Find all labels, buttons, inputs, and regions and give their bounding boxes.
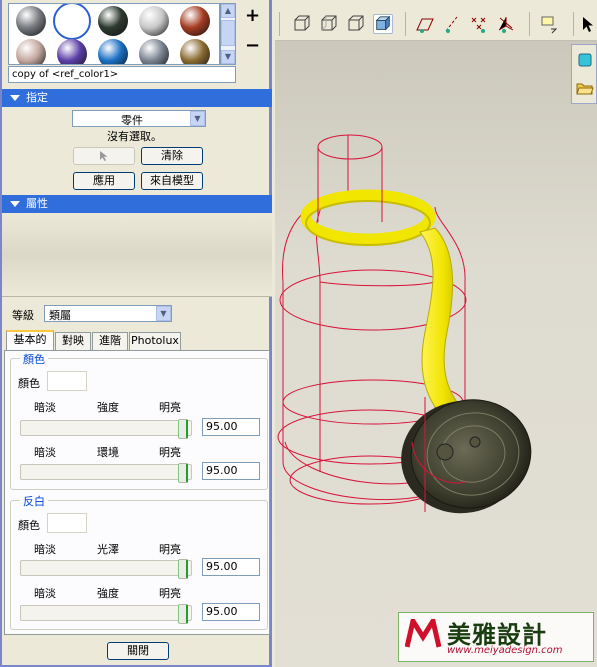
slider-min-label: 暗淡 <box>34 401 56 414</box>
selection-status: 沒有選取。 <box>107 130 162 143</box>
grid-swatch[interactable] <box>16 39 46 64</box>
slider-title-label: 環境 <box>97 446 119 459</box>
remove-material-button[interactable]: − <box>245 35 260 56</box>
shaded-view-icon[interactable] <box>373 14 393 34</box>
slider-min-label: 暗淡 <box>34 446 56 459</box>
coordinate-system-icon[interactable] <box>496 14 516 34</box>
brand-logo-icon <box>405 619 441 648</box>
chevron-down-icon[interactable]: ▼ <box>156 306 171 321</box>
scope-select[interactable]: 零件 ▼ <box>72 110 206 127</box>
white-swatch[interactable] <box>53 4 91 40</box>
slider-max-label: 明亮 <box>159 401 181 414</box>
shininess-field[interactable]: 95.00 <box>202 558 260 576</box>
assign-section-header[interactable]: 指定 <box>2 89 272 107</box>
wireframe-view-icon[interactable] <box>292 14 312 34</box>
brand-url: www.meiyadesign.com <box>447 645 563 656</box>
color-swatch-button[interactable] <box>47 371 87 391</box>
slider-min-label: 暗淡 <box>34 543 56 556</box>
highlight-intensity-slider[interactable] <box>20 604 192 624</box>
color-label: 顏色 <box>18 377 40 390</box>
slider-thumb[interactable] <box>178 604 188 624</box>
select-pointer-button[interactable] <box>73 147 135 165</box>
slider-max-label: 明亮 <box>159 543 181 556</box>
swatch-scrollbar[interactable]: ▲ ▼ <box>220 3 236 65</box>
highlight-group-title: 反白 <box>20 493 48 509</box>
scope-select-value: 零件 <box>121 114 143 127</box>
from-model-button[interactable]: 來自模型 <box>141 172 203 190</box>
purple-swatch[interactable] <box>57 39 87 64</box>
datum-plane-icon[interactable] <box>415 14 435 34</box>
scroll-down-button[interactable]: ▼ <box>221 50 235 64</box>
view-toolbar <box>275 0 597 41</box>
highlight-intensity-field[interactable]: 95.00 <box>202 603 260 621</box>
close-button[interactable]: 關閉 <box>107 642 169 660</box>
collapse-triangle-icon <box>10 201 20 207</box>
slider-min-label: 暗淡 <box>34 587 56 600</box>
properties-preview-area <box>2 213 272 296</box>
clear-button[interactable]: 清除 <box>141 147 203 165</box>
highlight-color-label: 顏色 <box>18 519 40 532</box>
slider-title-label: 強度 <box>97 401 119 414</box>
properties-section-header[interactable]: 屬性 <box>2 195 272 213</box>
apply-button[interactable]: 應用 <box>73 172 135 190</box>
class-label: 等級 <box>12 309 34 322</box>
collapse-triangle-icon <box>10 95 20 101</box>
chevron-down-icon[interactable]: ▼ <box>190 111 205 126</box>
slider-title-label: 光澤 <box>97 543 119 556</box>
assign-section-title: 指定 <box>26 91 48 104</box>
cursor-arrow-icon <box>100 151 108 161</box>
material-name-field[interactable]: copy of <ref_color1> <box>8 66 236 83</box>
blue-swatch[interactable] <box>98 39 128 64</box>
appearance-editor-panel: ▲ ▼ + − copy of <ref_color1> 指定 零件 ▼ 沒有選… <box>0 0 272 667</box>
class-select[interactable]: 類屬 ▼ <box>44 305 172 322</box>
tab-photolux[interactable]: Photolux <box>129 332 181 350</box>
color-intensity-field[interactable]: 95.00 <box>202 418 260 436</box>
gray-metal-swatch[interactable] <box>16 6 46 36</box>
datum-axis-icon[interactable] <box>442 14 462 34</box>
ambient-slider[interactable] <box>20 463 192 483</box>
scroll-thumb[interactable] <box>221 20 235 46</box>
color-group-title: 顏色 <box>20 351 48 367</box>
slider-thumb[interactable] <box>178 419 188 439</box>
bronze-swatch[interactable] <box>180 39 210 64</box>
properties-section-title: 屬性 <box>26 197 48 210</box>
tab-mapping[interactable]: 對映 <box>55 332 91 350</box>
toolbar-separator <box>573 12 574 36</box>
highlight-color-swatch-button[interactable] <box>47 513 87 533</box>
slider-max-label: 明亮 <box>159 587 181 600</box>
ambient-field[interactable]: 95.00 <box>202 462 260 480</box>
slider-thumb[interactable] <box>178 463 188 483</box>
brand-watermark: 美雅設計 www.meiyadesign.com <box>398 612 594 662</box>
scroll-up-button[interactable]: ▲ <box>221 4 235 18</box>
class-select-value: 類屬 <box>49 309 71 322</box>
toolbar-separator <box>279 12 280 36</box>
add-material-button[interactable]: + <box>245 5 260 26</box>
slider-thumb[interactable] <box>178 559 188 579</box>
color-intensity-slider[interactable] <box>20 419 192 439</box>
select-arrow-icon[interactable] <box>579 14 597 34</box>
slider-title-label: 強度 <box>97 587 119 600</box>
material-swatch-grid <box>8 3 220 65</box>
steel-swatch[interactable] <box>139 39 169 64</box>
toolbar-separator <box>529 12 530 36</box>
divider <box>2 296 272 297</box>
datum-point-icon[interactable] <box>469 14 489 34</box>
no-hidden-icon[interactable] <box>346 14 366 34</box>
silver-swatch[interactable] <box>139 6 169 36</box>
brick-swatch[interactable] <box>180 6 210 36</box>
slider-max-label: 明亮 <box>159 446 181 459</box>
model-viewport[interactable] <box>275 0 597 667</box>
toolbar-separator <box>405 12 406 36</box>
shininess-slider[interactable] <box>20 559 192 579</box>
tab-basic[interactable]: 基本的 <box>6 330 54 350</box>
bottle-model-render[interactable] <box>275 42 597 667</box>
annotation-icon[interactable] <box>539 14 559 34</box>
hidden-line-icon[interactable] <box>319 14 339 34</box>
dark-green-swatch[interactable] <box>98 6 128 36</box>
tab-advanced[interactable]: 進階 <box>92 332 128 350</box>
